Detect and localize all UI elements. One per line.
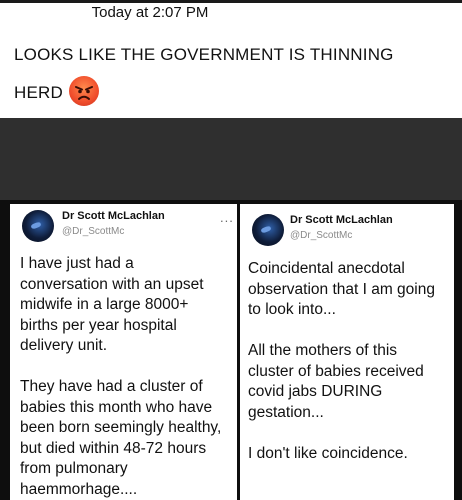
author-handle[interactable]: @Dr_ScottMc: [62, 226, 124, 237]
tweet-line: midwife in a large 8000+: [20, 296, 189, 313]
tweet-line: covid jabs DURING: [248, 383, 383, 400]
author-name[interactable]: Dr Scott McLachlan: [290, 214, 393, 226]
tweet-line: cluster of babies received: [248, 362, 424, 380]
tweet-line: births per year hospital: [20, 316, 177, 334]
tweet-line-gap: [20, 357, 221, 378]
tweet-line: babies this month who have: [20, 398, 213, 416]
tweet-line: They have had a cluster of: [20, 378, 203, 395]
tweet-card-left[interactable]: Dr Scott McLachlan @Dr_ScottMc ... I hav…: [10, 204, 237, 500]
tweet-line: but died within 48-72 hours: [20, 439, 207, 457]
tweet-line: delivery unit.: [20, 337, 108, 354]
tweet-line: gestation...: [248, 403, 324, 421]
tweet-line: to look into...: [248, 301, 336, 318]
tweet-text: I have just had a conversation with an u…: [20, 254, 221, 500]
avatar[interactable]: [252, 214, 284, 246]
top-bar: [0, 0, 462, 3]
more-options-icon[interactable]: ...: [220, 211, 234, 224]
author-name[interactable]: Dr Scott McLachlan: [62, 210, 165, 222]
tweet-line: been born seemingly healthy,: [20, 419, 222, 436]
tweet-line: conversation with an upset: [20, 275, 204, 293]
avatar-highlight: [260, 225, 272, 234]
tweet-line: I don't like coincidence.: [248, 444, 408, 462]
author-handle[interactable]: @Dr_ScottMc: [290, 230, 352, 241]
tweet-line-gap: [248, 423, 435, 444]
tweet-line: observation that I am going: [248, 280, 435, 298]
message-text[interactable]: LOOKS LIKE THE GOVERNMENT IS THINNING HE…: [14, 36, 454, 112]
dark-band: [0, 118, 462, 200]
tweet-line: All the mothers of this: [248, 342, 398, 359]
tweet-line-gap: [248, 321, 435, 342]
tweet-line: haemmorhage....: [20, 480, 138, 498]
tweet-line: I have just had a: [20, 255, 134, 272]
message-line-1: LOOKS LIKE THE GOVERNMENT IS THINNING: [14, 45, 394, 64]
avatar[interactable]: [22, 210, 54, 242]
message-timestamp: Today at 2:07 PM: [91, 4, 209, 21]
avatar-highlight: [30, 221, 42, 230]
tweet-line: Coincidental anecdotal: [248, 260, 405, 277]
tweet-card-right[interactable]: Dr Scott McLachlan @Dr_ScottMc Coinciden…: [240, 204, 454, 500]
message-line-2: HERD: [14, 74, 454, 112]
tweet-text: Coincidental anecdotal observation that …: [248, 259, 435, 464]
tweet-line: from pulmonary: [20, 460, 128, 477]
angry-face-icon: [68, 75, 99, 106]
